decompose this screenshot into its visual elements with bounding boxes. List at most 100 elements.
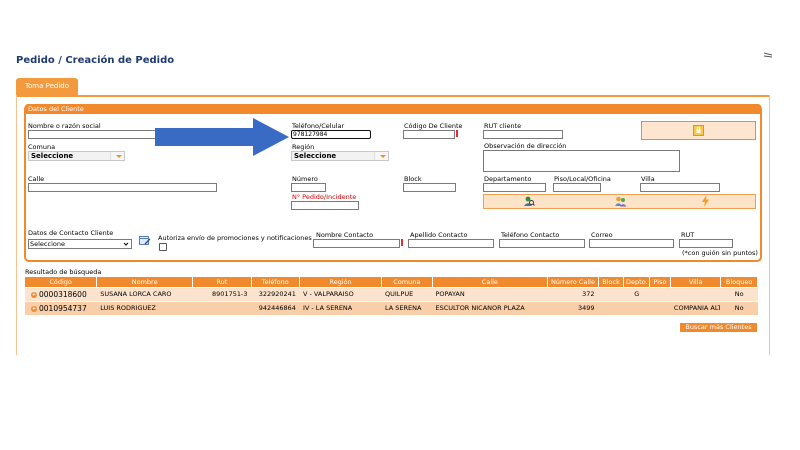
table-header-row: Código Nombre Rut Teléfono Región Comuna Calle… xyxy=(25,277,758,287)
table-cell: LUIS RODRIGUEZ xyxy=(100,304,156,312)
column-header[interactable]: Calle xyxy=(432,277,548,287)
observacion-label: Observación de dirección xyxy=(484,142,567,150)
column-header[interactable]: Nombre xyxy=(97,277,193,287)
column-header[interactable]: Villa xyxy=(670,277,721,287)
frame-left-border xyxy=(16,95,17,355)
autoriza-checkbox[interactable] xyxy=(159,243,167,251)
region-value: Seleccione xyxy=(294,152,337,160)
table-cell xyxy=(599,288,624,301)
pedido-label: N° Pedido/Incidente xyxy=(292,193,357,201)
column-header[interactable]: Región xyxy=(299,277,382,287)
plus-circle-icon[interactable]: + xyxy=(31,291,37,298)
lightning-icon[interactable] xyxy=(701,195,710,209)
required-marker xyxy=(456,130,458,137)
comuna-value: Seleccione xyxy=(31,152,74,160)
codigo-cell[interactable]: +0010954737 xyxy=(25,302,96,315)
table-cell: G xyxy=(634,290,640,298)
rut-hint: (*con guión sin puntos) xyxy=(682,249,758,257)
table-cell: 8901751-3 xyxy=(212,290,248,298)
column-header[interactable]: Comuna xyxy=(382,277,432,287)
column-header[interactable]: Bloqueo xyxy=(721,277,757,287)
block-label: Block xyxy=(404,175,422,183)
piso-input[interactable] xyxy=(553,183,601,192)
nombre-contacto-input[interactable] xyxy=(313,239,400,248)
autoriza-label: Autoriza envío de promociones y notifica… xyxy=(158,234,312,242)
table-cell: V - VALPARAISO xyxy=(302,290,354,298)
column-header[interactable]: Piso xyxy=(650,277,670,287)
table-cell: QUILPUE xyxy=(385,290,414,298)
calle-label: Calle xyxy=(28,175,45,183)
calle-input[interactable] xyxy=(28,183,217,192)
tab-toma-pedido[interactable]: Toma Pedido xyxy=(16,78,78,95)
apellido-contacto-label: Apellido Contacto xyxy=(410,231,468,239)
comuna-label: Comuna xyxy=(28,143,56,151)
rut-contacto-label: RUT xyxy=(681,231,695,239)
column-header[interactable]: Depto. xyxy=(624,277,650,287)
plus-circle-icon[interactable]: + xyxy=(31,305,37,312)
results-title: Resultado de búsqueda xyxy=(25,268,102,276)
column-header[interactable]: Número Calle xyxy=(548,277,598,287)
column-header[interactable]: Teléfono xyxy=(251,277,299,287)
frame-right-border xyxy=(769,95,770,355)
telefono-label: Teléfono/Celular xyxy=(292,122,345,130)
villa-label: Villa xyxy=(641,175,655,183)
column-header[interactable]: Código xyxy=(25,277,97,287)
table-cell xyxy=(650,302,670,315)
rut-cliente-input[interactable] xyxy=(483,130,563,139)
observacion-textarea[interactable] xyxy=(483,150,680,172)
table-cell xyxy=(624,302,649,315)
numero-input[interactable] xyxy=(291,183,326,192)
correo-label: Correo xyxy=(591,231,613,239)
table-row[interactable]: +0000318600 SUSANA LORCA CARO 8901751-3 322… xyxy=(25,288,758,301)
calendar-edit-icon[interactable] xyxy=(139,235,151,248)
table-cell xyxy=(671,288,720,301)
table-cell xyxy=(193,302,250,315)
chevron-down-icon xyxy=(110,152,124,160)
comuna-select[interactable]: Seleccione xyxy=(28,151,125,161)
column-header[interactable]: Block xyxy=(598,277,624,287)
search-person-icon[interactable] xyxy=(523,196,535,209)
panel-title: Datos del Cliente xyxy=(25,104,761,114)
table-cell: IV - LA SERENA xyxy=(302,304,353,312)
table-cell: COMPANIA ALTA xyxy=(673,304,721,312)
arrow-annotation xyxy=(155,118,289,156)
add-person-icon[interactable] xyxy=(614,196,628,209)
table-cell: No xyxy=(734,290,744,298)
region-select[interactable]: Seleccione xyxy=(291,151,389,161)
villa-input[interactable] xyxy=(640,183,720,192)
table-cell: 372 xyxy=(582,290,595,298)
departamento-label: Departamento xyxy=(484,175,532,183)
lock-button[interactable] xyxy=(641,121,756,140)
correo-input[interactable] xyxy=(589,239,674,248)
block-input[interactable] xyxy=(403,183,456,192)
table-cell: POPAYAN xyxy=(435,290,465,298)
datos-contacto-select[interactable]: Seleccione xyxy=(28,239,132,249)
table-row[interactable]: +0010954737 LUIS RODRIGUEZ 942446864 IV - L… xyxy=(25,302,758,315)
table-cell: SUSANA LORCA CARO xyxy=(100,290,172,298)
table-cell: No xyxy=(734,304,744,312)
table-cell xyxy=(650,288,670,301)
pedido-input[interactable] xyxy=(291,201,359,210)
apellido-contacto-input[interactable] xyxy=(408,239,494,248)
column-header[interactable]: Rut xyxy=(193,277,251,287)
table-cell: 322920241 xyxy=(258,290,296,298)
codigo-cliente-input[interactable] xyxy=(403,130,455,139)
codigo-value: 0000318600 xyxy=(39,290,87,299)
rut-cliente-label: RUT cliente xyxy=(484,122,522,130)
codigo-cell[interactable]: +0000318600 xyxy=(25,288,96,301)
table-cell: ESCULTOR NICANOR PLAZA xyxy=(435,304,525,312)
departamento-input[interactable] xyxy=(483,183,546,192)
table-cell: LA SERENA xyxy=(385,304,422,312)
table-cell: 3499 xyxy=(578,304,595,312)
rut-contacto-input[interactable] xyxy=(679,239,733,248)
window-toggle-icon[interactable] xyxy=(763,52,773,58)
telefono-contacto-input[interactable] xyxy=(499,239,585,248)
piso-label: Piso/Local/Oficina xyxy=(554,175,611,183)
telefono-input[interactable]: 978127984 xyxy=(291,130,371,139)
page-title: Pedido / Creación de Pedido xyxy=(16,55,175,66)
required-marker xyxy=(401,239,403,246)
chevron-down-icon xyxy=(123,241,129,249)
telefono-contacto-label: Teléfono Contacto xyxy=(501,231,560,239)
buscar-mas-clientes-button[interactable]: Buscar más Clientes xyxy=(680,323,757,332)
datos-contacto-value: Seleccione xyxy=(30,240,65,248)
